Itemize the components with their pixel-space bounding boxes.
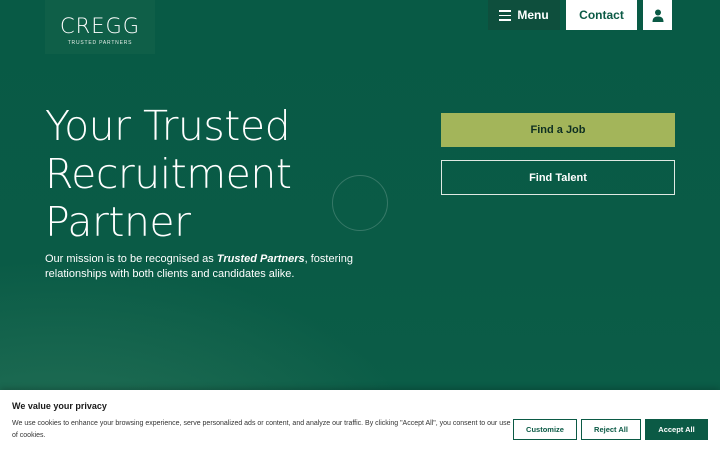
menu-button[interactable]: Menu (488, 0, 560, 30)
find-talent-button[interactable]: Find Talent (441, 160, 675, 195)
hero-headline: Your Trusted Recruitment Partner (45, 102, 292, 246)
accept-all-button[interactable]: Accept All (645, 419, 708, 440)
mission-emphasis: Trusted Partners (216, 253, 305, 265)
logo-wordmark: CREGG (59, 13, 141, 38)
decorative-ring (332, 175, 388, 231)
menu-label: Menu (517, 8, 549, 22)
reject-all-button[interactable]: Reject All (581, 419, 641, 440)
account-button[interactable] (643, 0, 672, 30)
mission-prefix: Our mission is to be recognised as (45, 253, 217, 265)
customize-button[interactable]: Customize (513, 419, 577, 440)
cookie-text: We use cookies to enhance your browsing … (12, 420, 511, 439)
contact-button[interactable]: Contact (566, 0, 637, 30)
find-job-button[interactable]: Find a Job (441, 113, 675, 147)
hamburger-icon (499, 10, 512, 21)
cookie-title: We value your privacy (12, 401, 107, 411)
user-icon (652, 9, 663, 22)
logo[interactable]: CREGG TRUSTED PARTNERS (45, 0, 155, 54)
logo-tagline: TRUSTED PARTNERS (67, 39, 133, 46)
mission-statement: Our mission is to be recognised as Trust… (45, 252, 355, 281)
